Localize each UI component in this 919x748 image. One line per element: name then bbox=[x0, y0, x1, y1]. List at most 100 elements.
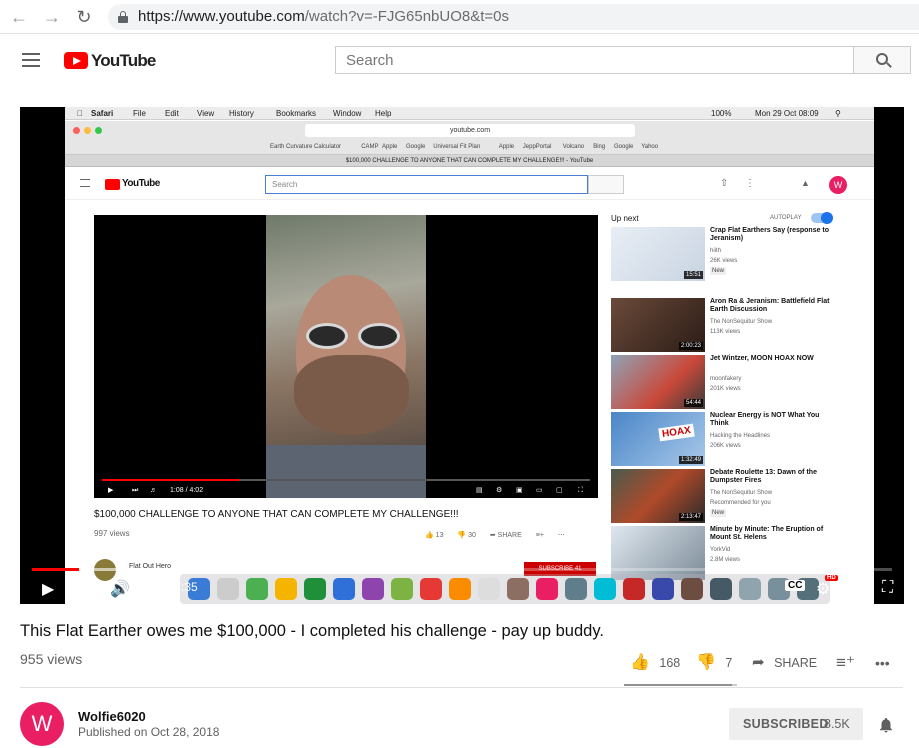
video-duration: 15:51 bbox=[683, 271, 703, 279]
embedded-youtube-header: YouTube Search ⇧ ⋮ ▲ W bbox=[65, 168, 874, 200]
suggested-channel: moonfakery bbox=[710, 376, 742, 382]
suggested-badge: New bbox=[710, 509, 727, 517]
dock-app-icon bbox=[710, 578, 732, 600]
video-title: This Flat Earther owes me $100,000 - I c… bbox=[20, 622, 604, 640]
subscribe-label: SUBSCRIBED bbox=[743, 717, 829, 731]
embedded-avatar: W bbox=[829, 176, 847, 194]
channel-avatar[interactable]: W bbox=[20, 702, 64, 746]
forward-arrow-icon[interactable]: → bbox=[41, 6, 63, 28]
player-progress-bar[interactable] bbox=[32, 568, 892, 571]
dock-app-icon bbox=[739, 578, 761, 600]
settings-icon[interactable]: ⚙ bbox=[816, 579, 830, 599]
video-thumbnail-face bbox=[266, 215, 426, 498]
favorite-item: Universal Fit Plan bbox=[433, 144, 481, 150]
embedded-upload-icon: ⇧ bbox=[720, 178, 729, 189]
suggested-video: 2:00:23 Aron Ra & Jeranism: Battlefield F… bbox=[611, 298, 851, 352]
suggested-video: 54:44 Jet Wintzer, MOON HOAX NOW moonfaker… bbox=[611, 355, 851, 409]
video-duration: 2:00:23 bbox=[678, 342, 703, 350]
favorite-item: Google bbox=[614, 144, 634, 150]
dock-app-icon bbox=[536, 578, 558, 600]
menu-icon[interactable] bbox=[22, 53, 40, 67]
youtube-play-logo-icon bbox=[64, 52, 88, 69]
play-icon[interactable]: ▶ bbox=[42, 579, 54, 599]
embedded-apps-icon: ⋮ bbox=[745, 178, 755, 189]
embedded-cast-icon: ▢ bbox=[556, 487, 563, 494]
safari-toolbar: youtube.com Earth Curvature Calculator CA… bbox=[65, 121, 874, 155]
mac-dock bbox=[180, 574, 830, 604]
suggested-video: Minute by Minute: The Eruption of Mount … bbox=[611, 526, 851, 580]
publish-date: Published on Oct 28, 2018 bbox=[78, 725, 220, 739]
mac-search-icon: ⚲ bbox=[835, 109, 841, 118]
embedded-logo-text: YouTube bbox=[122, 178, 160, 189]
theater-mode-icon[interactable] bbox=[850, 585, 868, 596]
favorites-bar: Earth Curvature Calculator CAMP Apple Googl… bbox=[65, 141, 874, 153]
minimize-dot-icon bbox=[84, 127, 91, 134]
mac-battery: 100% bbox=[711, 109, 732, 118]
more-actions-icon[interactable]: ••• bbox=[875, 652, 890, 674]
video-player[interactable]:  Safari File Edit View History Bookmarks Wind… bbox=[20, 107, 904, 604]
suggested-channel: Hacking the Headlines bbox=[710, 433, 771, 439]
back-arrow-icon[interactable]: ← bbox=[8, 6, 30, 28]
embedded-like-count: 👍 13 bbox=[425, 532, 444, 539]
suggested-title: Aron Ra & Jeranism: Battlefield Flat Ear… bbox=[710, 298, 830, 313]
suggested-channel: YorkVid bbox=[710, 547, 731, 553]
safari-address-bar: youtube.com bbox=[305, 124, 635, 137]
share-label: SHARE bbox=[774, 656, 818, 670]
suggested-views: 2.8M views bbox=[710, 557, 741, 563]
notification-bell-icon[interactable] bbox=[877, 716, 895, 734]
suggested-views: Recommended for you bbox=[710, 500, 771, 506]
embedded-fullscreen-icon: ⛶ bbox=[578, 487, 583, 494]
up-next-label: Up next bbox=[611, 214, 639, 223]
dock-app-icon bbox=[217, 578, 239, 600]
suggested-thumbnail: 54:44 bbox=[611, 355, 705, 409]
suggested-video: HOAX 1:32:49 Nuclear Energy is NOT What Yo… bbox=[611, 412, 851, 466]
favorite-item: Bing bbox=[593, 144, 606, 150]
embedded-bell-icon: ▲ bbox=[801, 178, 810, 188]
next-icon[interactable]: ⏭ bbox=[80, 579, 93, 596]
thumbs-up-icon: 👍 bbox=[630, 654, 650, 671]
favorite-item: JeppPortal bbox=[522, 144, 552, 150]
lock-icon bbox=[118, 11, 128, 23]
search-box bbox=[335, 46, 854, 74]
channel-name[interactable]: Wolfie6020 bbox=[78, 709, 146, 724]
suggested-title: Jet Wintzer, MOON HOAX NOW bbox=[710, 355, 814, 362]
mac-menu-item: Edit bbox=[165, 109, 179, 118]
dock-app-icon bbox=[391, 578, 413, 600]
embedded-next-icon: ⏭ bbox=[132, 487, 139, 494]
view-count: 955 views bbox=[20, 651, 83, 667]
reload-icon[interactable]: ↻ bbox=[73, 6, 95, 28]
captions-icon[interactable]: CC bbox=[785, 580, 806, 591]
add-to-playlist-icon[interactable]: ≡⁺ bbox=[836, 652, 855, 674]
subscribed-button[interactable]: SUBSCRIBED 8.5K bbox=[729, 708, 863, 740]
like-count: 168 bbox=[659, 656, 681, 670]
url-text[interactable]: https://www.youtube.com/watch?v=-FJG65nb… bbox=[138, 8, 509, 25]
search-icon bbox=[876, 53, 888, 65]
embedded-video-player: ▶ ⏭ ♬ 1:08 / 4:02 ▤ ⚙ ▣ ▭ ▢ ⛶ bbox=[94, 215, 598, 498]
suggested-views: 113K views bbox=[710, 329, 741, 335]
embedded-miniplayer-icon: ▣ bbox=[516, 487, 523, 494]
dock-app-icon bbox=[565, 578, 587, 600]
safari-address: youtube.com bbox=[449, 127, 491, 134]
safari-tab-title: $100,000 CHALLENGE TO ANYONE THAT CAN CO… bbox=[65, 155, 874, 167]
embedded-views: 997 views bbox=[94, 529, 130, 538]
share-button[interactable]: ➦ SHARE bbox=[752, 652, 817, 674]
dock-app-icon bbox=[652, 578, 674, 600]
embedded-search-icon bbox=[588, 175, 624, 194]
embedded-actions: 👍 13 👎 30 ➦ SHARE ≡+ ⋯ bbox=[425, 531, 577, 539]
dislike-button[interactable]: 👎 7 bbox=[696, 652, 732, 674]
volume-icon[interactable]: 🔊 bbox=[110, 579, 130, 599]
like-button[interactable]: 👍 168 bbox=[630, 652, 680, 674]
fullscreen-icon[interactable]: ⛶ bbox=[882, 579, 893, 597]
suggested-title: Nuclear Energy is NOT What You Think bbox=[710, 412, 820, 427]
divider bbox=[20, 687, 903, 688]
dock-app-icon bbox=[478, 578, 500, 600]
dislike-count: 7 bbox=[725, 656, 733, 670]
search-button[interactable] bbox=[853, 46, 911, 74]
address-bar[interactable]: https://www.youtube.com/watch?v=-FJG65nb… bbox=[108, 4, 919, 30]
zoom-dot-icon bbox=[95, 127, 102, 134]
search-input[interactable] bbox=[336, 47, 854, 73]
suggested-title: Crap Flat Earthers Say (response to Jera… bbox=[710, 227, 830, 242]
sunglasses-image bbox=[306, 323, 406, 351]
mac-menu-item: Help bbox=[375, 109, 392, 118]
embedded-volume-icon: ♬ bbox=[150, 487, 157, 494]
